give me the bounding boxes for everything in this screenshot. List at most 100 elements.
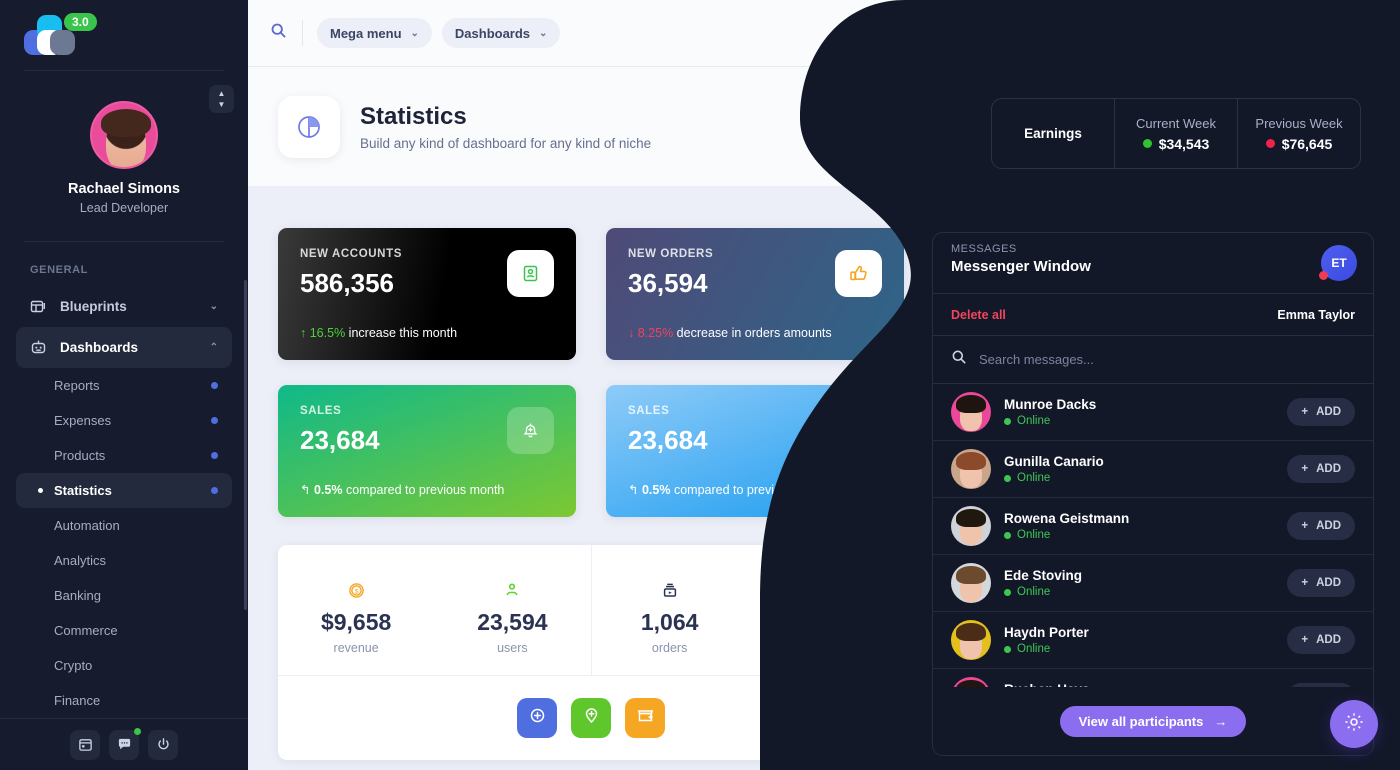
earnings-value-row: $34,543 [1142,136,1209,152]
contact-status-text: Online [1017,586,1051,598]
contact-info: Haydn Porter Online [1004,625,1287,655]
trend-flat-icon: ↰ [300,483,311,497]
card-note-text: compared to previous month [345,483,505,497]
metric-revenue: $ $9,658 revenue [278,545,434,675]
sidebar-subitem-automation[interactable]: Automation [16,508,232,543]
status-dot-blue [211,417,218,424]
sidebar-item-blueprints[interactable]: Blueprints ⌄ [16,286,232,327]
sidebar-subitem-expenses[interactable]: Expenses [16,403,232,438]
user-avatar[interactable] [1349,16,1382,50]
contact-info: Munroe Dacks Online [1004,397,1287,427]
contact-avatar [951,449,991,489]
sidebar-subitem-crypto[interactable]: Crypto [16,648,232,683]
view-all-participants-button[interactable]: View all participants → [1059,705,1247,737]
app-logo[interactable]: 3.0 [0,0,248,70]
sidebar-item-dashboards[interactable]: Dashboards ⌃ [16,327,232,368]
map-pin-plus-icon [582,706,601,730]
add-store-button[interactable] [625,698,665,738]
messenger-header: MESSAGES Messenger Window ET [933,233,1373,293]
messages-button[interactable] [1307,16,1340,50]
notification-badge [1247,17,1255,26]
page-header-text: Statistics Build any kind of dashboard f… [360,103,651,151]
card-note: ↰ 0.5% compared to previous month [300,482,504,497]
sidebar-subitem-banking[interactable]: Banking [16,578,232,613]
sidebar-subitem-commerce[interactable]: Commerce [16,613,232,648]
card-percent: 16.5% [309,326,346,340]
top-bar: Mega menu ⌄ Dashboards ⌄ [248,0,1400,67]
language-button[interactable] [1265,16,1298,50]
contact-row[interactable]: Munroe Dacks Online + ADD [933,384,1373,441]
contact-name: Rowena Geistmann [1004,511,1130,526]
search-input[interactable] [979,352,1355,367]
chevron-down-icon: ▼ [217,99,226,109]
sidebar-subitem-products[interactable]: Products [16,438,232,473]
sidebar-scrollbar[interactable] [244,280,247,610]
contact-name: Ede Stoving [1004,568,1083,583]
messenger-title: Messenger Window [951,258,1091,275]
sidebar-subitem-label: Commerce [54,623,118,638]
status-dot-green [1004,531,1011,539]
profile-avatar[interactable] [90,101,158,169]
earnings-caption: Previous Week [1255,115,1343,131]
messenger-kicker: MESSAGES [951,243,1017,255]
contact-status-text: Online [1017,643,1051,655]
sidebar-subitem-label: Banking [54,588,101,603]
card-note: ↑ 16.5% increase this month [300,326,457,340]
contact-row[interactable]: Ede Stoving Online + ADD [933,555,1373,612]
sidebar-subitem-reports[interactable]: Reports [16,368,232,403]
contact-row[interactable]: Haydn Porter Online + ADD [933,612,1373,669]
mega-menu-button[interactable]: Mega menu ⌄ [317,18,432,48]
status-dot-red [1319,271,1328,280]
chat-icon-button[interactable] [109,727,141,760]
card-sales-green[interactable]: SALES 23,684 ↰ 0.5% compared to previous… [278,385,576,517]
card-percent: 0.5% [641,483,671,497]
metric-orders-2: 9,678M orders [748,545,904,675]
notifications-button[interactable] [1223,16,1256,50]
metric-value: 23,594 [477,609,548,635]
add-contact-button[interactable]: + ADD [1287,512,1355,540]
us-flag-icon [1271,23,1292,43]
bell-plus-icon [835,407,882,454]
card-new-accounts[interactable]: NEW ACCOUNTS 586,356 ↑ 16.5% increase th… [278,228,576,360]
dashboards-menu-button[interactable]: Dashboards ⌄ [441,18,561,48]
add-contact-button[interactable]: + ADD [1287,626,1355,654]
power-icon-button[interactable] [148,729,178,760]
calendar-icon-button[interactable] [70,729,100,760]
earnings-current-week[interactable]: Current Week $34,543 [1115,99,1238,168]
contact-status: Online [1004,586,1287,598]
search-icon[interactable] [270,22,298,44]
contact-row[interactable]: Gunilla Canario Online + ADD [933,441,1373,498]
add-label: ADD [1316,577,1341,589]
dollar-coin-icon: $ [347,577,366,603]
status-dot-blue [211,452,218,459]
messenger-search[interactable] [933,336,1373,384]
sidebar-subitem-label: Crypto [54,658,93,673]
sidebar-subitem-finance[interactable]: Finance [16,683,232,718]
metric-value: 1,064 [640,609,699,635]
card-new-orders[interactable]: NEW ORDERS 36,594 ↓ 8.25% decrease in or… [606,228,904,360]
card-sales-blue[interactable]: SALES 23,684 ↰ 0.5% compared to previous… [606,385,904,517]
contact-row[interactable]: Rowena Geistmann Online + ADD [933,498,1373,555]
profile-switcher-button[interactable]: ▲ ▼ [209,85,234,113]
earnings-previous-week[interactable]: Previous Week $76,645 [1238,99,1360,168]
settings-fab-button[interactable] [1330,700,1378,748]
metrics-row: $ $9,658 revenue 23,594 users 1,064 orde… [278,545,904,675]
plus-circle-icon [528,706,547,730]
sidebar-subitem-label: Reports [54,378,100,393]
sidebar-subitem-analytics[interactable]: Analytics [16,543,232,578]
contact-avatar [951,563,991,603]
card-percent: 8.25% [637,326,674,340]
delete-all-button[interactable]: Delete all [951,308,1006,322]
chevron-down-icon: ⌄ [410,27,419,39]
add-location-button[interactable] [571,698,611,738]
user-icon [503,577,521,603]
add-contact-button[interactable]: + ADD [1287,455,1355,483]
mega-menu-label: Mega menu [330,25,402,41]
add-contact-button[interactable]: + ADD [1287,569,1355,597]
add-contact-button[interactable]: + ADD [1287,398,1355,426]
add-circle-button[interactable] [517,698,557,738]
sidebar-subitem-statistics[interactable]: Statistics [16,473,232,508]
earnings-widget: Earnings Current Week $34,543 Previous W… [991,98,1361,169]
avatar-hair [956,509,986,527]
messenger-avatar[interactable]: ET [1319,245,1357,281]
